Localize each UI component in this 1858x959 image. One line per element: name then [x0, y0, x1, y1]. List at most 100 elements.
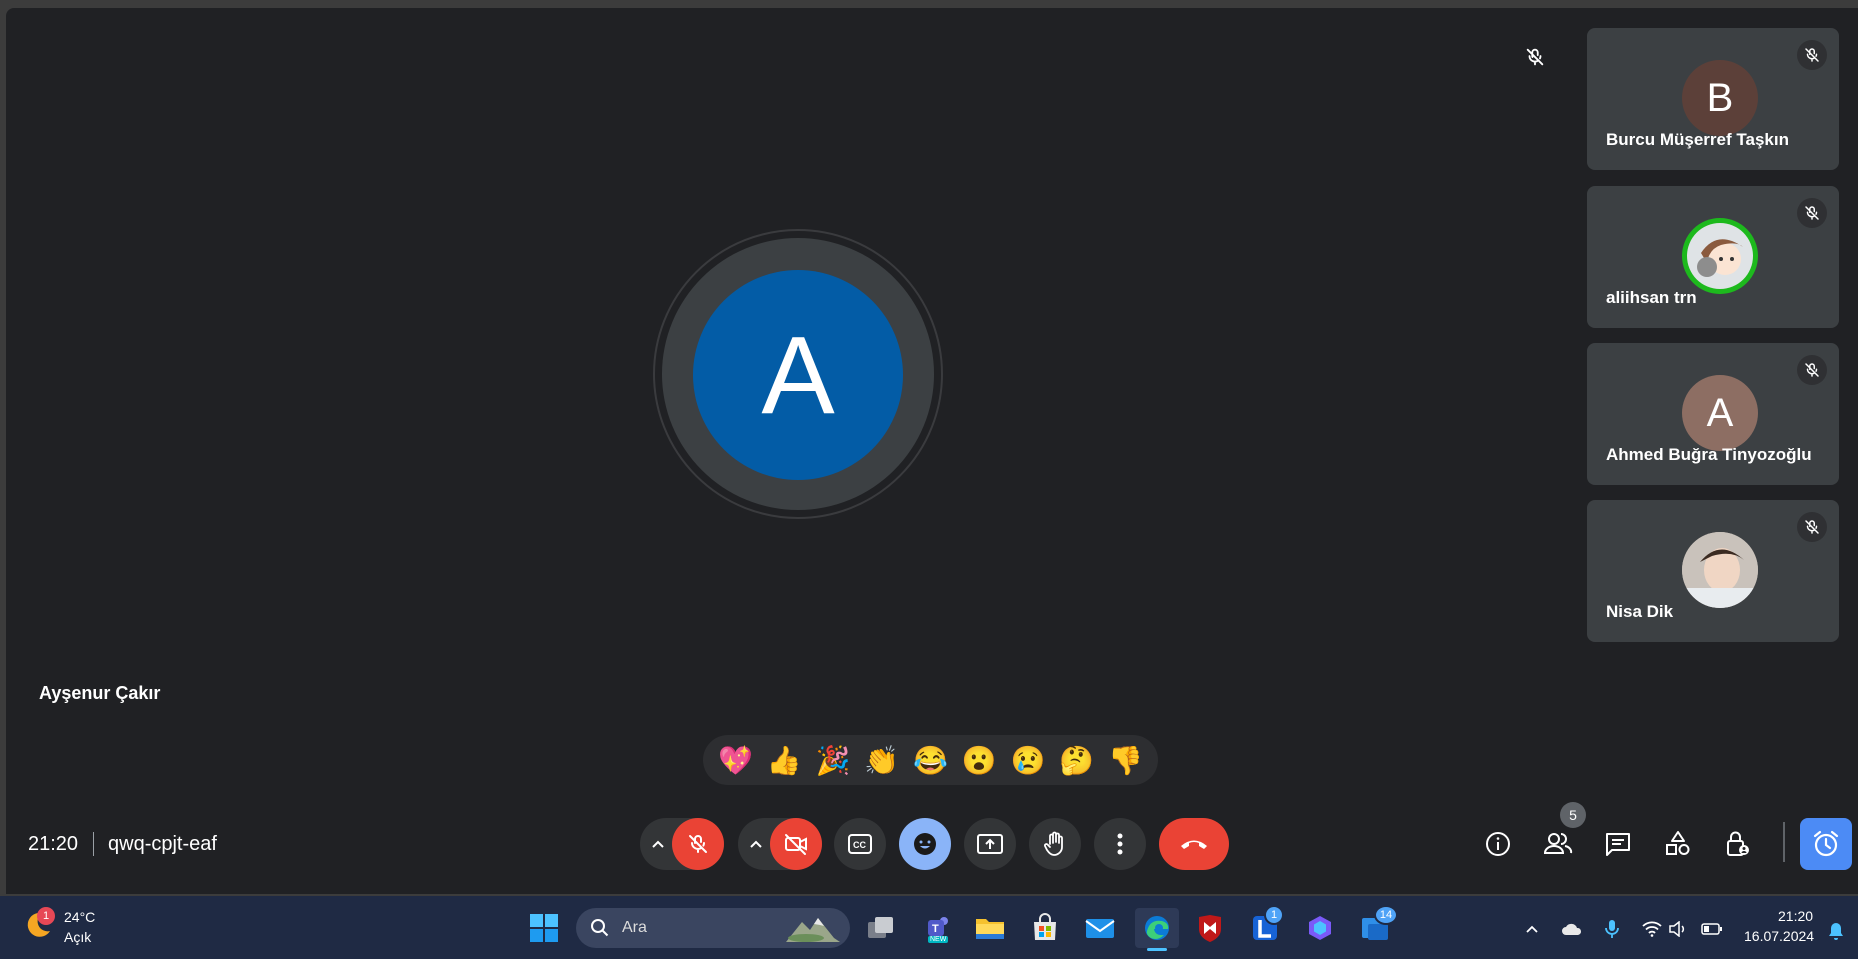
- raise-hand-button[interactable]: [1029, 818, 1081, 870]
- divider: [93, 832, 94, 856]
- search-placeholder: Ara: [622, 919, 647, 936]
- info-icon: [1486, 832, 1510, 856]
- taskbar-date[interactable]: 16.07.2024: [1744, 928, 1814, 944]
- reaction-surprised[interactable]: 😮: [957, 744, 1001, 777]
- windows-logo-icon: [530, 914, 558, 942]
- svg-text:T: T: [932, 923, 939, 935]
- svg-text:CC: CC: [853, 840, 866, 850]
- mic-off-icon: [1797, 198, 1827, 228]
- reaction-party-popper[interactable]: 🎉: [811, 744, 855, 777]
- lock-person-icon: [1727, 831, 1749, 856]
- weather-badge: 1: [37, 907, 55, 925]
- windows-start-button[interactable]: [525, 908, 563, 948]
- present-screen-button[interactable]: [964, 818, 1016, 870]
- task-view-button[interactable]: [862, 908, 900, 948]
- divider: [1783, 822, 1785, 862]
- participant-tile[interactable]: B Burcu Müşerref Taşkın: [1587, 28, 1839, 170]
- captions-icon: CC: [848, 834, 872, 854]
- copilot-button[interactable]: [1301, 908, 1339, 948]
- taskbar-time[interactable]: 21:20: [1778, 908, 1813, 924]
- microsoft-store-button[interactable]: [1026, 908, 1064, 948]
- edge-icon: [1145, 916, 1169, 940]
- alarm-button[interactable]: [1800, 818, 1852, 870]
- teams-app-button[interactable]: T NEW: [918, 908, 956, 948]
- participant-avatar: B: [1682, 60, 1758, 136]
- reaction-clapping[interactable]: 👏: [860, 744, 904, 777]
- emoji-icon: [914, 833, 936, 855]
- teams-new-label: NEW: [928, 936, 949, 943]
- participant-tile[interactable]: Nisa Dik: [1587, 500, 1839, 642]
- edge-browser-button[interactable]: [1135, 908, 1179, 951]
- more-options-button[interactable]: [1094, 818, 1146, 870]
- participant-name: aliihsan trn: [1606, 288, 1697, 307]
- people-button[interactable]: [1538, 824, 1578, 864]
- meeting-clock: 21:20: [28, 833, 79, 855]
- more-vert-icon: [1117, 833, 1123, 855]
- reaction-thumbs-down[interactable]: 👎: [1104, 744, 1148, 777]
- hang-up-icon: [1181, 840, 1207, 849]
- hand-icon: [1044, 831, 1063, 856]
- reaction-thumbs-up[interactable]: 👍: [762, 744, 806, 777]
- alarm-clock-icon: [1813, 830, 1839, 857]
- shapes-icon: [1666, 831, 1690, 855]
- notification-badge: 14: [1374, 905, 1398, 925]
- chat-icon: [1606, 833, 1630, 856]
- captions-button[interactable]: CC: [834, 818, 886, 870]
- mcafee-shield-icon: [1199, 915, 1221, 942]
- participant-tile[interactable]: A Ahmed Buğra Tinyozoğlu: [1587, 343, 1839, 485]
- wifi-icon[interactable]: [1639, 916, 1665, 942]
- reaction-joy[interactable]: 😂: [908, 744, 952, 777]
- store-icon: [1034, 913, 1056, 940]
- participant-avatar: A: [1682, 375, 1758, 451]
- participant-avatar: [1682, 532, 1758, 608]
- leave-call-button[interactable]: [1159, 818, 1229, 870]
- chevron-up-icon[interactable]: [746, 835, 766, 853]
- battery-icon[interactable]: [1699, 916, 1725, 942]
- weather-temperature[interactable]: 24°C: [64, 909, 95, 925]
- task-view-icon: [868, 917, 893, 938]
- mic-off-icon: [1797, 512, 1827, 542]
- microphone-icon[interactable]: [1599, 916, 1625, 942]
- camera-toggle-button[interactable]: [770, 818, 822, 870]
- activities-button[interactable]: [1658, 824, 1698, 864]
- mic-off-icon: [1797, 40, 1827, 70]
- onedrive-icon[interactable]: [1559, 916, 1585, 942]
- main-speaker-name: Ayşenur Çakır: [39, 683, 161, 703]
- mail-icon: [1085, 919, 1115, 938]
- copilot-icon: [1309, 916, 1331, 940]
- people-icon: [1543, 833, 1573, 854]
- meeting-code: qwq-cpjt-eaf: [108, 833, 217, 855]
- volume-icon[interactable]: [1665, 916, 1691, 942]
- profile-photo-icon: [1682, 532, 1758, 608]
- reaction-sparkling-heart[interactable]: 💖: [713, 744, 757, 777]
- participant-tile[interactable]: aliihsan trn: [1587, 186, 1839, 328]
- participants-count-badge: 5: [1560, 802, 1586, 828]
- reaction-crying[interactable]: 😢: [1006, 744, 1050, 777]
- folder-icon: [976, 919, 1004, 939]
- meeting-details-button[interactable]: [1478, 824, 1518, 864]
- file-explorer-button[interactable]: [971, 908, 1009, 948]
- mic-off-icon: [689, 835, 707, 853]
- host-controls-button[interactable]: [1718, 824, 1758, 864]
- participant-name: Burcu Müşerref Taşkın: [1606, 130, 1789, 149]
- mic-toggle-button[interactable]: [672, 818, 724, 870]
- participant-name: Nisa Dik: [1606, 602, 1674, 621]
- mail-app-button[interactable]: [1081, 908, 1119, 948]
- mic-off-icon: [1526, 48, 1544, 66]
- profile-picture-icon: [1687, 223, 1753, 289]
- notification-bell-icon[interactable]: [1823, 918, 1849, 944]
- reactions-bar: 💖 👍 🎉 👏 😂 😮 😢 🤔 👎: [703, 735, 1158, 785]
- participant-name: Ahmed Buğra Tinyozoğlu: [1606, 445, 1812, 464]
- chevron-up-icon[interactable]: [648, 835, 668, 853]
- mcafee-button[interactable]: [1191, 908, 1229, 948]
- main-avatar: A: [693, 270, 903, 480]
- active-app-indicator: [1147, 948, 1167, 951]
- present-icon: [977, 834, 1003, 854]
- chat-button[interactable]: [1598, 824, 1638, 864]
- weather-condition[interactable]: Açık: [64, 929, 91, 945]
- search-icon: [590, 918, 610, 938]
- search-highlight-image: [784, 912, 842, 944]
- chevron-up-icon[interactable]: [1519, 916, 1545, 942]
- reactions-button[interactable]: [899, 818, 951, 870]
- reaction-thinking[interactable]: 🤔: [1055, 744, 1099, 777]
